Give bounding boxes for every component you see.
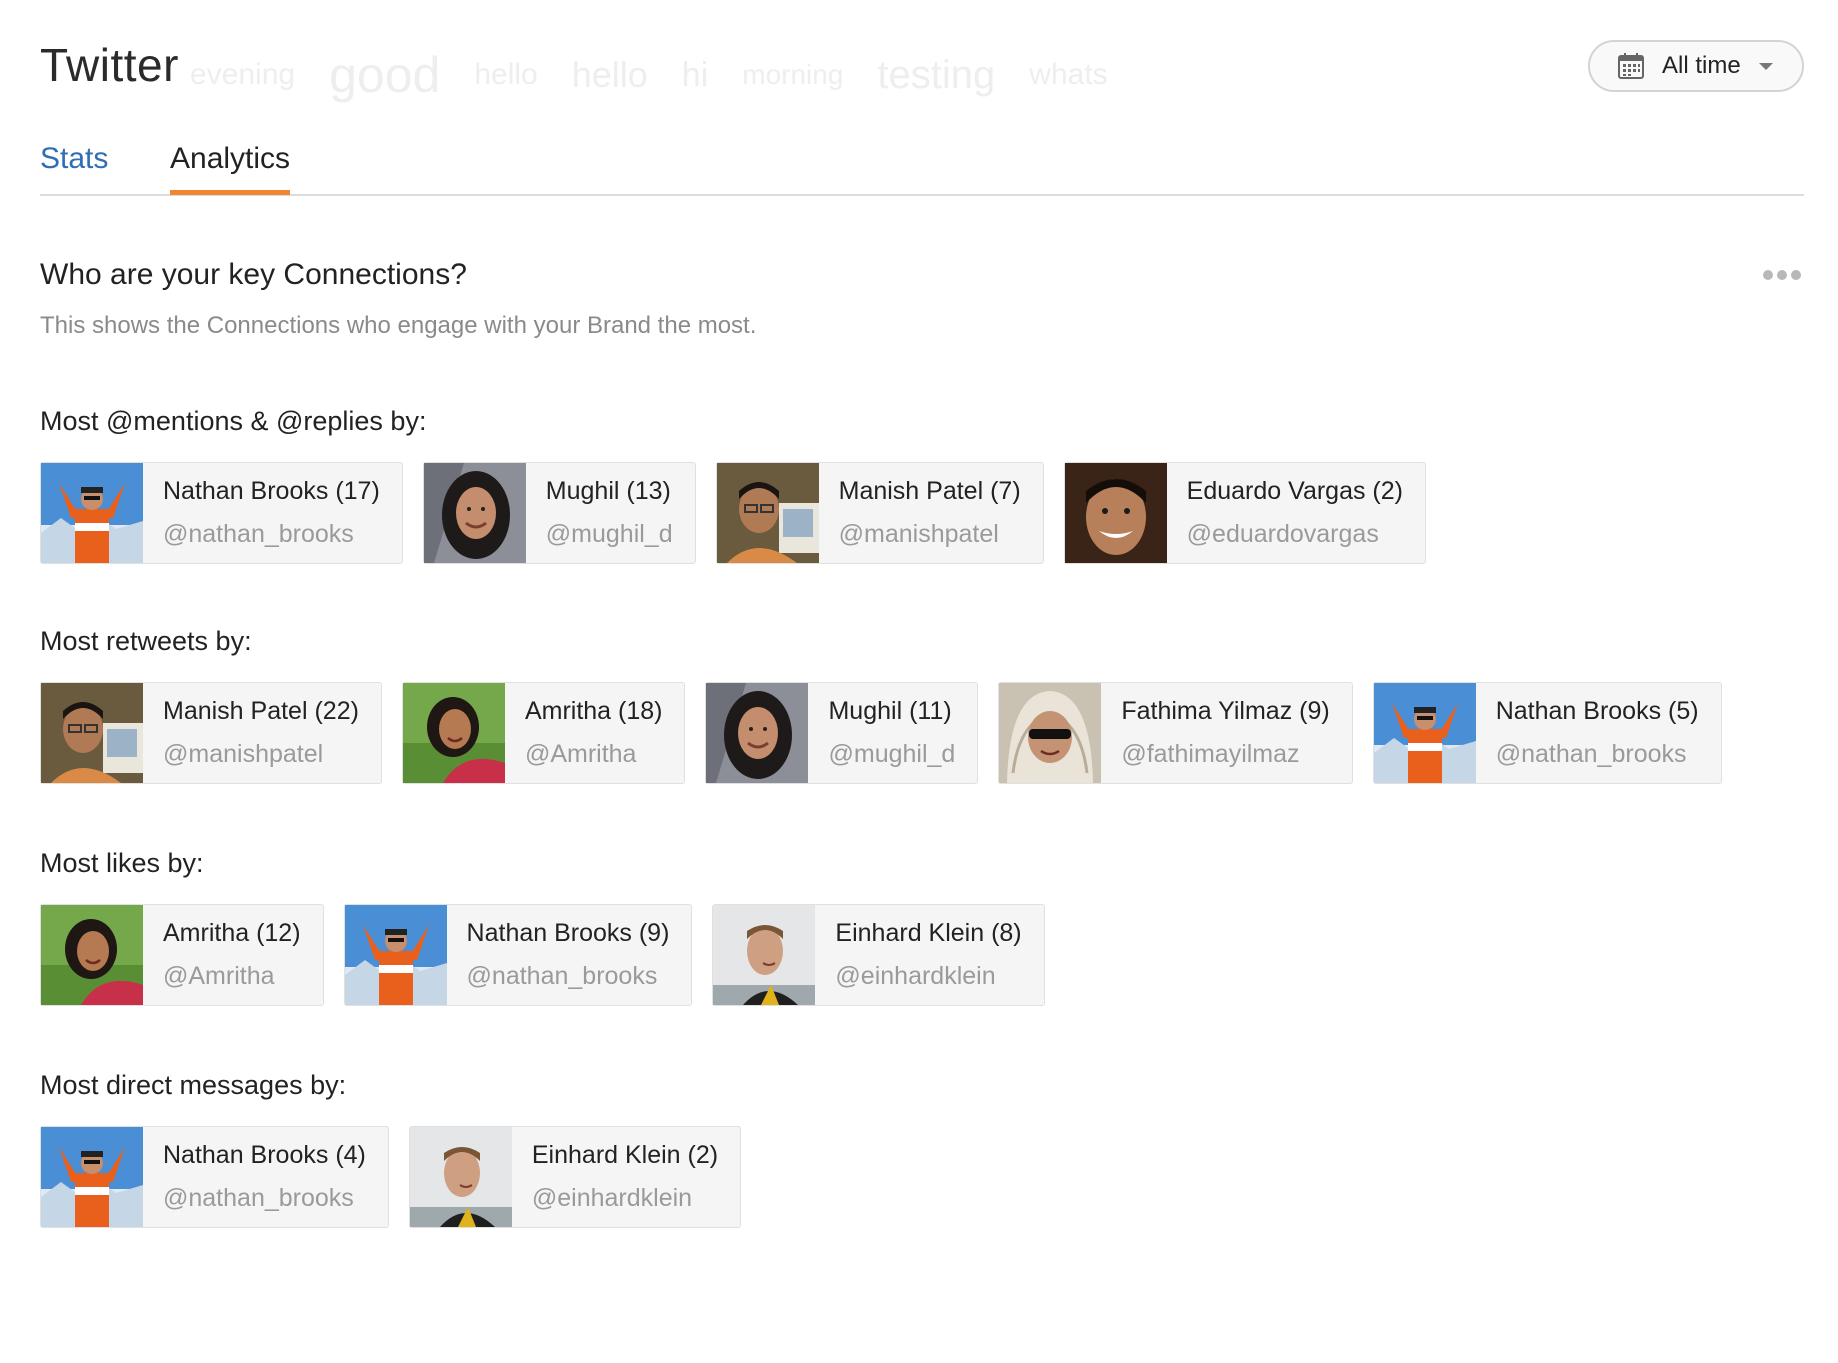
avatar-image: [409, 1127, 512, 1227]
group-mentions: Most @mentions & @replies by: Nathan Bro…: [40, 406, 1426, 564]
word-cloud: evening good hello hello hi morning test…: [190, 45, 1108, 105]
tab-analytics[interactable]: Analytics: [170, 142, 291, 195]
time-range-label: All time: [1662, 52, 1741, 79]
connection-card[interactable]: Manish Patel (22) @manishpatel: [40, 682, 382, 784]
twitter-analytics-page: Twitter evening good hello hello hi morn…: [0, 0, 1838, 1363]
tab-stats[interactable]: Stats: [40, 142, 108, 190]
connection-name: Manish Patel (7): [838, 477, 1021, 505]
connection-card[interactable]: Einhard Klein (8) @einhardklein: [712, 904, 1045, 1006]
connection-name: Einhard Klein (2): [531, 1141, 719, 1169]
time-range-dropdown[interactable]: All time: [1588, 40, 1804, 92]
group-title: Most likes by:: [40, 848, 204, 878]
connection-card[interactable]: Nathan Brooks (17) @nathan_brooks: [40, 462, 403, 564]
avatar: [999, 683, 1102, 783]
avatar-image: [41, 463, 143, 563]
connection-card[interactable]: Eduardo Vargas (2) @eduardovargas: [1063, 462, 1426, 564]
connection-handle: @Amritha: [524, 740, 637, 768]
word-cloud-word: morning: [742, 59, 844, 90]
avatar-image: [344, 905, 447, 1005]
connection-name: Eduardo Vargas (2): [1186, 477, 1403, 505]
avatar-image: [716, 463, 819, 563]
more-dots-icon[interactable]: [1762, 266, 1802, 284]
connection-name: Fathima Yilmaz (9): [1121, 697, 1330, 725]
avatar: [41, 683, 143, 783]
connection-handle: @einhardklein: [835, 962, 996, 990]
connection-name: Amritha (12): [163, 919, 301, 947]
avatar-image: [713, 905, 816, 1005]
connection-card[interactable]: Amritha (18) @Amritha: [401, 682, 686, 784]
word-cloud-word: hi: [681, 55, 709, 94]
connection-card[interactable]: Mughil (11) @mughil_d: [705, 682, 979, 784]
connection-card[interactable]: Nathan Brooks (4) @nathan_brooks: [40, 1126, 389, 1228]
connection-handle: @mughil_d: [545, 520, 673, 548]
avatar: [716, 463, 819, 563]
group-title: Most @mentions & @replies by:: [40, 406, 427, 436]
connection-name: Nathan Brooks (4): [163, 1141, 366, 1169]
avatar: [41, 463, 143, 563]
word-cloud-word: testing: [877, 52, 996, 97]
group-title: Most direct messages by:: [40, 1070, 347, 1100]
connection-card[interactable]: Amritha (12) @Amritha: [40, 904, 324, 1006]
group-retweets: Most retweets by: Manish Patel (22) @mani…: [40, 626, 1722, 784]
word-cloud-word: hello: [571, 54, 648, 95]
connection-handle: @fathimayilmaz: [1121, 740, 1300, 768]
avatar-image: [423, 463, 526, 563]
page-title: Twitter: [40, 39, 179, 91]
word-cloud-word: whats: [1029, 58, 1108, 91]
avatar-image: [999, 683, 1102, 783]
avatar: [1064, 463, 1167, 563]
word-cloud-word: good: [329, 47, 441, 103]
group-likes: Most likes by: Amritha (12) @Amritha Nath…: [40, 848, 1045, 1006]
avatar: [344, 905, 447, 1005]
word-cloud-word: evening: [190, 58, 296, 91]
connection-card[interactable]: Nathan Brooks (5) @nathan_brooks: [1372, 682, 1722, 784]
word-cloud-word: hello: [474, 58, 538, 91]
avatar: [41, 1127, 143, 1227]
connection-handle: @Amritha: [163, 962, 275, 990]
connection-name: Manish Patel (22): [163, 697, 359, 725]
connection-name: Nathan Brooks (17): [163, 477, 380, 505]
avatar: [402, 683, 505, 783]
group-direct-messages: Most direct messages by: Nathan Brooks (…: [40, 1070, 742, 1228]
avatar-image: [41, 905, 143, 1005]
connection-handle: @einhardklein: [531, 1184, 693, 1212]
group-title: Most retweets by:: [40, 626, 252, 656]
connection-handle: @nathan_brooks: [163, 1184, 354, 1212]
connection-card[interactable]: Mughil (13) @mughil_d: [422, 462, 696, 564]
calendar-icon: [1618, 53, 1644, 79]
connection-name: Nathan Brooks (5): [1495, 697, 1699, 725]
connection-name: Mughil (13): [545, 477, 671, 505]
connection-card[interactable]: Einhard Klein (2) @einhardklein: [408, 1126, 742, 1228]
avatar-image: [706, 683, 809, 783]
avatar-image: [41, 1127, 143, 1227]
tab-bar: Stats Analytics: [40, 140, 1804, 196]
section-title: Who are your key Connections?: [40, 258, 467, 291]
connection-name: Nathan Brooks (9): [466, 919, 670, 947]
connection-card[interactable]: Fathima Yilmaz (9) @fathimayilmaz: [998, 682, 1353, 784]
avatar: [713, 905, 816, 1005]
avatar: [41, 905, 143, 1005]
connection-handle: @manishpatel: [163, 740, 324, 768]
avatar: [409, 1127, 512, 1227]
connection-name: Amritha (18): [524, 697, 663, 725]
chevron-down-icon: [1758, 62, 1773, 70]
connection-handle: @nathan_brooks: [163, 520, 354, 548]
avatar-image: [402, 683, 505, 783]
avatar: [423, 463, 526, 563]
avatar: [1373, 683, 1476, 783]
section-subtitle: This shows the Connections who engage wi…: [40, 312, 757, 339]
connection-handle: @nathan_brooks: [466, 962, 658, 990]
connection-name: Einhard Klein (8): [835, 919, 1022, 947]
avatar-image: [41, 683, 143, 783]
avatar-image: [1064, 463, 1167, 563]
connection-handle: @mughil_d: [828, 740, 956, 768]
connection-name: Mughil (11): [828, 697, 952, 725]
avatar-image: [1373, 683, 1476, 783]
connection-handle: @manishpatel: [838, 520, 999, 548]
connection-handle: @nathan_brooks: [1495, 740, 1687, 768]
connection-card[interactable]: Manish Patel (7) @manishpatel: [715, 462, 1044, 564]
avatar: [706, 683, 809, 783]
connection-handle: @eduardovargas: [1186, 520, 1379, 548]
connection-card[interactable]: Nathan Brooks (9) @nathan_brooks: [343, 904, 693, 1006]
